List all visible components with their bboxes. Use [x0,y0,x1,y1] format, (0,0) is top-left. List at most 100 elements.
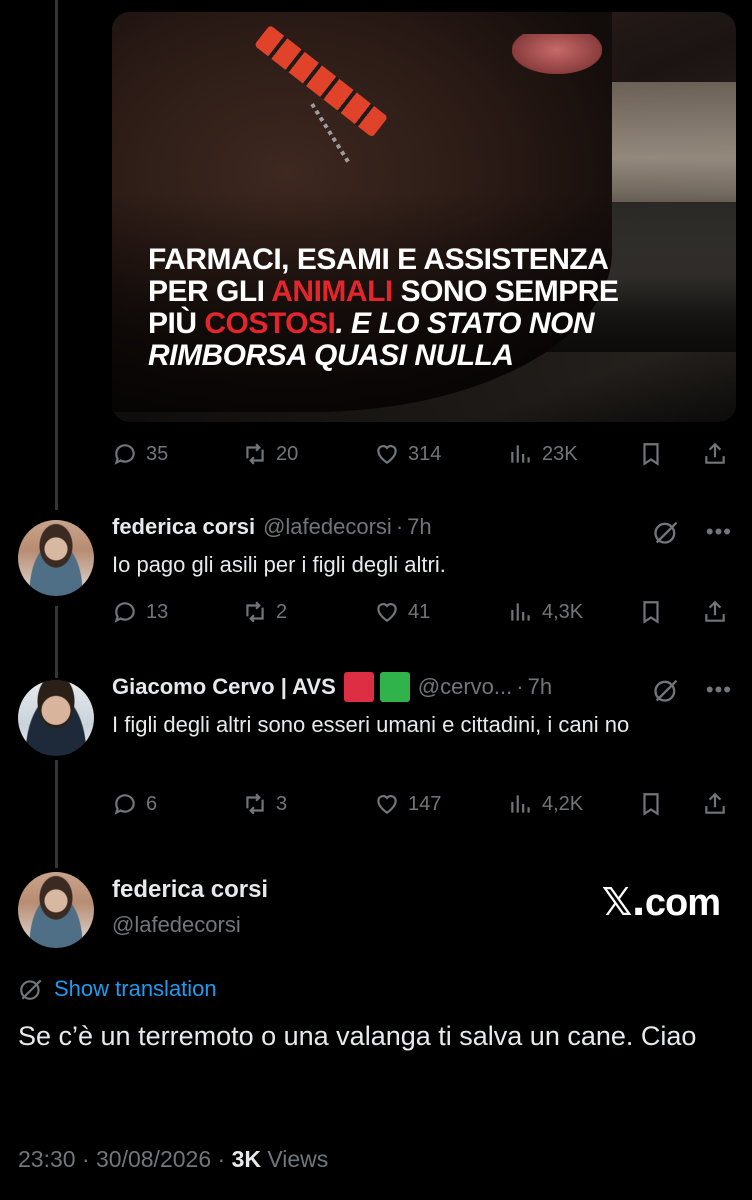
views-icon [511,795,530,813]
headline-text: . E LO STATO NON [335,307,595,340]
grok-icon [20,979,42,1000]
image-headline: FARMACI, ESAMI E ASSISTENZA PER GLI ANIM… [148,244,728,372]
share-button[interactable] [702,784,728,824]
x-com-watermark: 𝕏.com [601,880,721,925]
dog-tongue [512,34,602,74]
more-icon[interactable]: ••• [706,519,732,545]
views-icon [511,603,530,621]
reply-header: federica corsi @lafedecorsi · 7h [112,514,432,540]
share-icon [705,442,725,464]
bookmark-icon [643,443,659,466]
reply-text: I figli degli altri sono esseri umani e … [112,712,630,737]
avatar[interactable] [18,872,94,948]
post-image[interactable]: FARMACI, ESAMI E ASSISTENZA PER GLI ANIM… [112,12,736,422]
repost-button[interactable]: 2 [242,592,287,632]
share-icon [705,600,725,622]
reply-button[interactable]: 13 [112,592,168,632]
author-name[interactable]: Giacomo Cervo | AVS [112,674,336,700]
repost-icon [246,443,264,465]
author-handle[interactable]: @lafedecorsi [263,514,392,540]
views-button[interactable]: 4,2K [508,784,583,824]
red-square-emoji [343,672,374,702]
watermark-text: com [644,882,721,924]
timestamp[interactable]: 7h [528,674,552,700]
separator-dot: · [516,674,524,699]
reply-count: 35 [146,442,169,465]
reply-actions: 13 2 41 4,3K [112,592,732,632]
repost-count: 2 [276,600,288,623]
repost-icon [246,601,264,623]
post-actions: 35 20 314 23K [112,434,732,474]
author-handle[interactable]: @lafedecorsi [112,912,241,938]
heart-icon [377,445,397,464]
show-translation-label: Show translation [54,976,217,1001]
reply-icon [114,794,135,815]
avatar[interactable] [18,680,94,756]
reply-header-icons: ••• [652,676,732,704]
grok-icon[interactable] [652,676,680,704]
more-icon[interactable]: ••• [706,677,732,703]
views-label: Views [260,1146,329,1172]
show-translation-button[interactable]: Show translation [18,976,217,1002]
green-square-emoji [379,672,410,702]
like-count: 147 [408,792,442,815]
bookmark-button[interactable] [638,784,664,824]
thread-line [55,606,58,678]
share-icon [705,792,725,814]
author-name[interactable]: federica corsi [112,514,255,540]
views-button[interactable]: 23K [508,434,578,474]
heart-icon [377,603,397,622]
tweet-text: Se c’è un terremoto o una valanga ti sal… [18,1021,697,1051]
author-name[interactable]: federica corsi [112,876,268,904]
headline-text: PER GLI [148,275,272,308]
reply-button[interactable]: 6 [112,784,157,824]
reply-header-icons: ••• [652,518,732,546]
like-button[interactable]: 314 [374,434,441,474]
like-button[interactable]: 147 [374,784,441,824]
heart-icon [377,795,397,814]
author-handle[interactable]: @cervo... [418,674,512,700]
avatar[interactable] [18,520,94,596]
reply-count: 13 [146,600,169,623]
headline-line: FARMACI, ESAMI E ASSISTENZA [148,243,609,276]
views-button[interactable]: 4,3K [508,592,583,632]
tweet-meta: 23:30 · 30/08/2026 · 3K Views [18,1146,328,1173]
headline-highlight: ANIMALI [271,275,393,308]
reply-text: Io pago gli asili per i figli degli altr… [112,552,446,577]
thread-line [55,760,58,868]
headline-line: RIMBORSA QUASI NULLA [148,339,514,372]
views-count: 3K [231,1146,261,1172]
like-button[interactable]: 41 [374,592,430,632]
grok-icon[interactable] [652,518,680,546]
views-count: 4,2K [542,792,584,815]
reply-count: 6 [146,792,158,815]
headline-highlight: COSTOSI [204,307,336,340]
reply-header: Giacomo Cervo | AVS @cervo... · 7h [112,672,552,702]
thread-line [55,0,58,510]
repost-count: 20 [276,442,299,465]
timestamp[interactable]: 23:30 · 30/08/2026 · [18,1146,232,1172]
repost-icon [246,793,264,815]
headline-text: SONO SEMPRE [392,275,619,308]
repost-button[interactable]: 20 [242,434,298,474]
headline-text: PIÙ [148,307,205,340]
x-logo: 𝕏. [601,880,646,924]
views-count: 23K [542,442,578,465]
timestamp[interactable]: 7h [407,514,431,540]
reply-actions: 6 3 147 4,2K [112,784,732,824]
reply-icon [114,444,135,465]
like-count: 41 [408,600,431,623]
reply-icon [114,602,135,623]
separator-dot: · [395,514,404,539]
share-button[interactable] [702,592,728,632]
bookmark-button[interactable] [638,434,664,474]
flag-emojis [343,672,410,702]
bookmark-button[interactable] [638,592,664,632]
reply-button[interactable]: 35 [112,434,168,474]
bookmark-icon [643,601,659,624]
like-count: 314 [408,442,442,465]
bookmark-icon [643,793,659,816]
repost-count: 3 [276,792,288,815]
share-button[interactable] [702,434,728,474]
repost-button[interactable]: 3 [242,784,287,824]
